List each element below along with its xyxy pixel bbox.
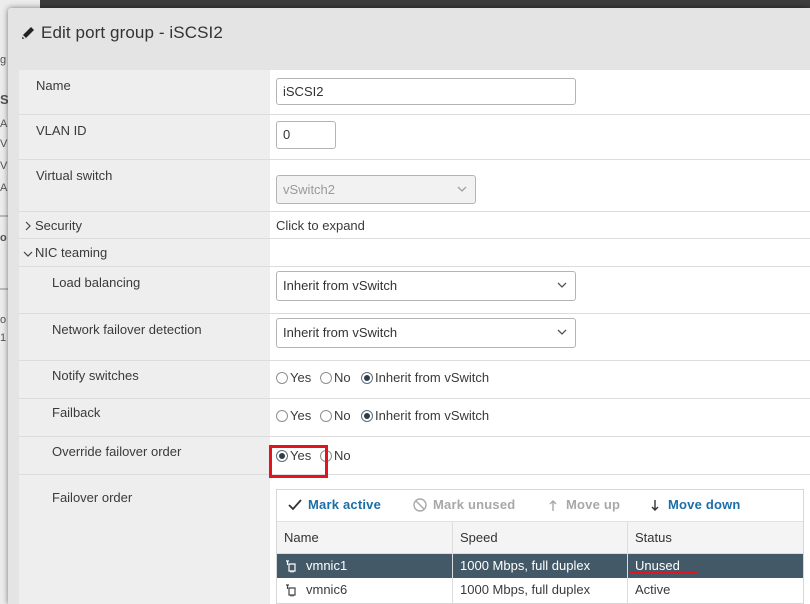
- failover-detection-label: Network failover detection: [52, 322, 202, 337]
- chevron-down-icon: [457, 186, 467, 192]
- vlan-row: VLAN ID 0: [19, 115, 810, 160]
- arrow-up-icon: [549, 500, 557, 511]
- chevron-down-icon: [557, 282, 567, 288]
- checkmark-icon: [288, 499, 302, 511]
- radio-label: Yes: [290, 370, 312, 385]
- failover-detection-row: Network failover detection Inherit from …: [19, 314, 810, 361]
- failover-detection-value: Inherit from vSwitch: [283, 325, 398, 340]
- nic-status: Active: [635, 582, 671, 597]
- radio-circle-selected[interactable]: [361, 372, 373, 384]
- port-group-form: Name iSCSI2 VLAN ID 0 Virtual switch vSw…: [19, 70, 810, 604]
- failover-order-label: Failover order: [52, 490, 133, 505]
- failback-row: Failback Yes No Inherit from vSwitch: [19, 399, 810, 437]
- annotation-highlight-box: [269, 445, 328, 478]
- nic-teaming-row[interactable]: NIC teaming: [19, 239, 810, 267]
- mark-active-label: Mark active: [308, 497, 382, 512]
- notify-switches-row: Notify switches Yes No Inherit from vSwi…: [19, 361, 810, 399]
- override-failover-row: Override failover order Yes No: [19, 437, 810, 475]
- background-fragment: A: [0, 118, 8, 130]
- failback-label: Failback: [52, 405, 101, 420]
- table-row[interactable]: vmnic6 1000 Mbps, full duplex Active: [277, 578, 803, 602]
- nic-speed: 1000 Mbps, full duplex: [460, 582, 591, 597]
- background-fragment: g: [0, 54, 7, 66]
- security-label[interactable]: Security: [35, 218, 82, 233]
- column-header-status[interactable]: Status: [635, 530, 672, 545]
- name-label: Name: [36, 78, 71, 93]
- chevron-down-icon[interactable]: [23, 249, 33, 259]
- dialog-header: Edit port group - iSCSI2: [8, 8, 810, 70]
- network-adapter-icon: [286, 584, 296, 597]
- background-fragment: o: [0, 232, 7, 244]
- background-fragment: 1: [0, 332, 7, 344]
- radio-circle[interactable]: [320, 410, 332, 422]
- nic-name: vmnic6: [306, 582, 348, 597]
- radio-label: No: [334, 370, 351, 385]
- background-fragment: o: [0, 314, 7, 326]
- arrow-down-icon: [651, 500, 659, 511]
- move-down-label: Move down: [668, 497, 741, 512]
- failover-toolbar: Mark active Mark unused Move up Move dow…: [277, 490, 803, 522]
- radio-circle[interactable]: [320, 372, 332, 384]
- table-header: Name Speed Status: [277, 522, 803, 554]
- notify-switches-label: Notify switches: [52, 368, 139, 383]
- column-header-speed[interactable]: Speed: [460, 530, 498, 545]
- virtual-switch-row: Virtual switch vSwitch2: [19, 160, 810, 212]
- security-expand-hint: Click to expand: [276, 218, 365, 233]
- failover-detection-select[interactable]: Inherit from vSwitch: [276, 318, 576, 348]
- override-failover-label: Override failover order: [52, 444, 182, 459]
- load-balancing-label: Load balancing: [52, 275, 141, 290]
- prohibited-icon: [413, 498, 427, 512]
- move-up-label: Move up: [566, 497, 621, 512]
- radio-circle-selected[interactable]: [361, 410, 373, 422]
- column-divider: [452, 522, 453, 603]
- background-fragment: V: [0, 138, 8, 150]
- virtual-switch-select: vSwitch2: [276, 175, 476, 204]
- nic-teaming-label[interactable]: NIC teaming: [35, 245, 107, 260]
- chevron-down-icon: [557, 329, 567, 335]
- radio-circle[interactable]: [276, 372, 288, 384]
- virtual-switch-value: vSwitch2: [283, 182, 336, 197]
- load-balancing-row: Load balancing Inherit from vSwitch: [19, 267, 810, 314]
- pencil-icon: [22, 27, 34, 39]
- radio-label: Inherit from vSwitch: [375, 370, 490, 385]
- radio-label: No: [334, 448, 351, 463]
- edit-port-group-dialog: Edit port group - iSCSI2 Name iSCSI2 VLA…: [8, 8, 810, 604]
- radio-label: No: [334, 408, 351, 423]
- radio-label: Yes: [290, 408, 312, 423]
- radio-circle[interactable]: [276, 410, 288, 422]
- annotation-underline: [629, 571, 697, 574]
- security-row[interactable]: Security Click to expand: [19, 212, 810, 239]
- load-balancing-value: Inherit from vSwitch: [283, 278, 398, 293]
- vlan-id-label: VLAN ID: [36, 123, 87, 138]
- dialog-title: Edit port group - iSCSI2: [41, 23, 223, 42]
- nic-name: vmnic1: [306, 558, 348, 573]
- network-adapter-icon: [286, 560, 296, 573]
- column-divider: [627, 522, 628, 603]
- name-input[interactable]: iSCSI2: [276, 78, 576, 105]
- table-row[interactable]: vmnic1 1000 Mbps, full duplex Unused: [277, 554, 803, 578]
- radio-label: Inherit from vSwitch: [375, 408, 490, 423]
- mark-unused-label: Mark unused: [433, 497, 516, 512]
- background-fragment: V: [0, 160, 8, 172]
- name-row: Name iSCSI2: [19, 70, 810, 115]
- background-fragment: A: [0, 182, 8, 194]
- chevron-right-icon[interactable]: [23, 221, 33, 231]
- nic-speed: 1000 Mbps, full duplex: [460, 558, 591, 573]
- failover-order-table: Mark active Mark unused Move up Move dow…: [276, 489, 804, 604]
- virtual-switch-label: Virtual switch: [36, 168, 113, 183]
- load-balancing-select[interactable]: Inherit from vSwitch: [276, 271, 576, 301]
- vlan-id-input[interactable]: 0: [276, 121, 336, 149]
- column-header-name[interactable]: Name: [284, 530, 319, 545]
